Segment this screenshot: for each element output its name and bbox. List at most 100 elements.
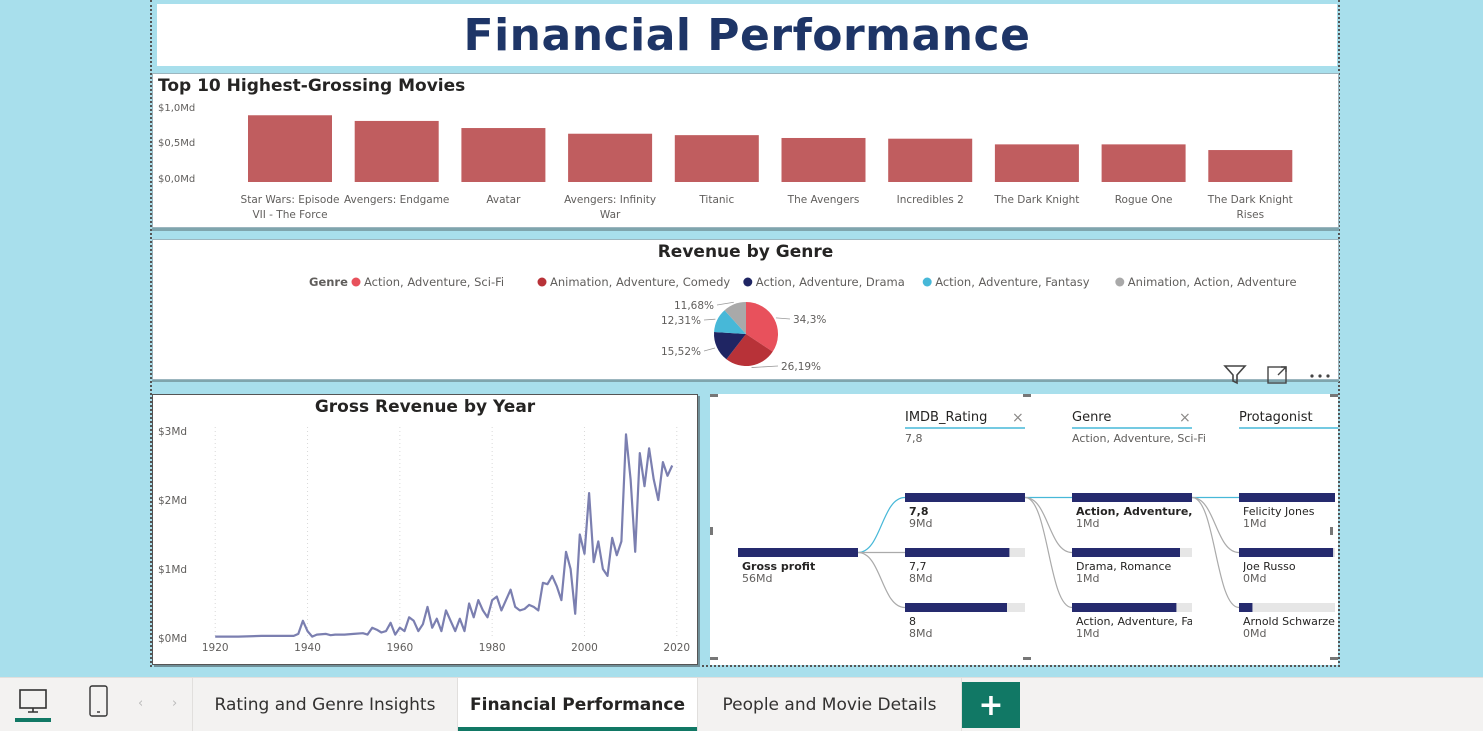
x-tick-label: 1920 bbox=[202, 642, 229, 654]
legend-marker bbox=[537, 277, 547, 287]
bar[interactable] bbox=[568, 133, 653, 182]
tree-node[interactable]: 7,8 9Md bbox=[909, 506, 1025, 530]
resize-handle[interactable] bbox=[1023, 394, 1031, 397]
line-chart-panel[interactable]: Gross Revenue by Year 1920 1940 1960 1980 20… bbox=[152, 394, 698, 665]
tree-node[interactable]: Drama, Romance 1Md bbox=[1076, 561, 1192, 585]
bar[interactable] bbox=[1101, 144, 1186, 182]
tree-node[interactable]: 8 8Md bbox=[909, 616, 1025, 640]
resize-handle[interactable] bbox=[710, 527, 713, 535]
node-value-text: 1Md bbox=[1076, 572, 1100, 585]
level-selected-value: 7,8 bbox=[905, 432, 923, 445]
tree-node[interactable]: Action, Adventure, S...1Md bbox=[1076, 506, 1192, 530]
page-tab-bar: ‹ › Rating and Genre Insights Financial … bbox=[0, 677, 1483, 731]
legend-item[interactable]: Animation, Adventure, Comedy bbox=[550, 275, 730, 289]
pie-data-label: 26,19% bbox=[781, 361, 821, 373]
prev-page-icon[interactable]: ‹ bbox=[138, 696, 143, 711]
bar-y-tick: $0,0Md bbox=[158, 174, 195, 185]
root-value-text: 56Md bbox=[742, 572, 773, 585]
resize-handle[interactable] bbox=[710, 394, 718, 397]
bar-category-label: The Dark Knight bbox=[1207, 194, 1293, 206]
series-line[interactable] bbox=[215, 433, 674, 638]
bar[interactable] bbox=[461, 128, 546, 182]
tree-connector bbox=[1191, 496, 1240, 609]
node-bar[interactable] bbox=[905, 493, 1025, 502]
node-value-text: 9Md bbox=[909, 517, 933, 530]
legend-marker bbox=[743, 277, 753, 287]
level-header[interactable]: Genre bbox=[1072, 410, 1111, 425]
bar-category-label: Star Wars: Episode bbox=[241, 194, 340, 206]
resize-handle[interactable] bbox=[1330, 657, 1338, 660]
add-page-button[interactable]: + bbox=[962, 682, 1020, 728]
node-value-text: 0Md bbox=[1243, 627, 1267, 640]
resize-handle[interactable] bbox=[1023, 657, 1031, 660]
bar[interactable] bbox=[354, 120, 439, 182]
node-bar[interactable] bbox=[905, 603, 1007, 612]
tree-connector bbox=[1191, 496, 1240, 554]
level-header[interactable]: IMDB_Rating bbox=[905, 410, 987, 425]
line-chart-svg: 1920 1940 1960 1980 2000 2020 $3Md $2Md $1Md $0Md bbox=[158, 426, 690, 654]
node-bar[interactable] bbox=[1239, 603, 1253, 612]
legend-item[interactable]: Action, Adventure, Sci-Fi bbox=[364, 275, 504, 289]
report-title: Financial Performance bbox=[463, 9, 1031, 61]
legend-item[interactable]: Action, Adventure, Fantasy bbox=[935, 275, 1090, 289]
bar[interactable] bbox=[674, 135, 759, 182]
level-header[interactable]: Protagonist bbox=[1239, 410, 1313, 425]
root-bar[interactable] bbox=[738, 548, 858, 557]
bar-chart-panel[interactable]: Top 10 Highest-Grossing Movies $1,0Md $0,… bbox=[152, 73, 1339, 228]
decomposition-tree-panel[interactable]: IMDB_Rating 7,8 × Genre Action, Adventure, S… bbox=[710, 394, 1338, 665]
bar-category-label: War bbox=[600, 209, 621, 221]
resize-handle[interactable] bbox=[710, 657, 718, 660]
tree-node[interactable]: 7,7 8Md bbox=[909, 561, 1025, 585]
tree-node[interactable]: Action, Adventure, Fan...1Md bbox=[1076, 616, 1192, 640]
bar-category-label: Titanic bbox=[698, 194, 734, 206]
tab-label: People and Movie Details bbox=[722, 695, 937, 715]
bar-y-tick: $1,0Md bbox=[158, 103, 195, 114]
bar-category-label: Avengers: Infinity bbox=[564, 194, 656, 206]
pie-legend-title: Genre bbox=[309, 275, 348, 289]
tree-node[interactable]: Felicity Jones 1Md bbox=[1243, 506, 1335, 530]
bar-category-label: VII - The Force bbox=[252, 209, 327, 221]
bar[interactable] bbox=[781, 137, 866, 182]
close-icon[interactable]: × bbox=[1012, 410, 1024, 426]
bar[interactable] bbox=[248, 115, 332, 182]
bar[interactable] bbox=[994, 144, 1079, 182]
tab-label: Financial Performance bbox=[470, 695, 685, 715]
node-bar[interactable] bbox=[1072, 493, 1192, 502]
node-bar[interactable] bbox=[1239, 493, 1335, 502]
desktop-layout-icon[interactable] bbox=[15, 686, 53, 724]
tree-connector bbox=[1024, 496, 1073, 609]
mobile-layout-icon[interactable] bbox=[88, 684, 110, 720]
legend-item[interactable]: Action, Adventure, Drama bbox=[756, 275, 905, 289]
next-page-icon[interactable]: › bbox=[172, 696, 177, 711]
legend-item[interactable]: Animation, Action, Adventure bbox=[1128, 275, 1297, 289]
pie-leader-line bbox=[775, 317, 791, 320]
bar-category-label: Avatar bbox=[486, 194, 521, 206]
tab-financial-performance[interactable]: Financial Performance bbox=[458, 678, 698, 731]
bar[interactable] bbox=[1208, 150, 1293, 182]
node-bar[interactable] bbox=[1072, 548, 1180, 557]
bar-category-label: Incredibles 2 bbox=[897, 194, 964, 206]
filter-icon[interactable] bbox=[1222, 363, 1248, 392]
tab-rating-genre-insights[interactable]: Rating and Genre Insights bbox=[192, 678, 458, 731]
pie-chart-svg: Genre Action, Adventure, Sci-Fi Animation,… bbox=[309, 275, 1297, 373]
node-bar[interactable] bbox=[905, 548, 1010, 557]
close-icon[interactable]: × bbox=[1179, 410, 1191, 426]
pie-leader-line bbox=[703, 318, 716, 321]
bar-chart-svg: $1,0Md $0,5Md $0,0Md Star Wars: Episode VII … bbox=[158, 103, 1293, 221]
tree-node[interactable]: Joe Russo 0Md bbox=[1243, 561, 1335, 585]
bar-y-tick: $0,5Md bbox=[158, 138, 195, 149]
legend-marker bbox=[1115, 277, 1125, 287]
legend-marker bbox=[922, 277, 932, 287]
pie-leader-line bbox=[716, 301, 734, 306]
node-bar[interactable] bbox=[1239, 548, 1334, 557]
more-options-icon[interactable] bbox=[1307, 363, 1333, 392]
tab-people-movie-details[interactable]: People and Movie Details bbox=[698, 678, 962, 731]
resize-handle[interactable] bbox=[1330, 394, 1338, 397]
node-bar[interactable] bbox=[1072, 603, 1177, 612]
pie-chart-panel[interactable]: Revenue by Genre Genre Action, Adventure,… bbox=[152, 239, 1339, 380]
focus-mode-icon[interactable] bbox=[1265, 363, 1291, 392]
bar-category-label: Avengers: Endgame bbox=[344, 194, 449, 206]
bar-category-label: Rogue One bbox=[1115, 194, 1173, 206]
bar[interactable] bbox=[888, 138, 973, 182]
tree-node[interactable]: Arnold Schwarzenegger0Md bbox=[1243, 616, 1335, 640]
